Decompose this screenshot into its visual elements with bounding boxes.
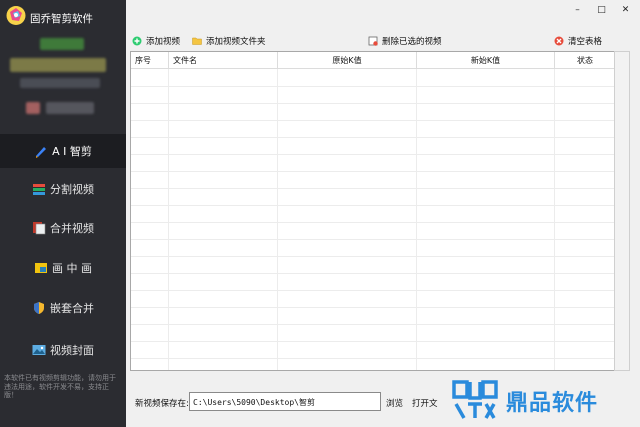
- clear-table-button[interactable]: 清空表格: [554, 35, 602, 47]
- nav-split-video[interactable]: 分割视频: [0, 172, 126, 206]
- sidebar-note: 本软件已有视频剪辑功能，请勿用于违法用途，软件开发不易，支持正版！: [4, 374, 116, 399]
- column-header-index[interactable]: 序号: [131, 52, 169, 69]
- column-header-status[interactable]: 状态: [555, 52, 615, 69]
- sidebar: 固乔智剪软件 A I 智剪 分割视频 合并视频 画 中 画 嵌套合并 视频封面 …: [0, 0, 126, 427]
- nav-label: 嵌套合并: [50, 302, 94, 315]
- maximize-button[interactable]: □: [589, 0, 614, 20]
- stack-icon: [32, 182, 46, 196]
- nav-label: A I 智剪: [52, 145, 92, 158]
- ai-pen-icon: [34, 144, 48, 158]
- add-icon: [132, 36, 142, 46]
- shield-icon: [32, 301, 46, 315]
- table-scrollbar[interactable]: [614, 51, 630, 371]
- watermark-text: 鼎品软件: [506, 391, 599, 416]
- user-avatar-blurred: [40, 38, 84, 50]
- nav-merge-video[interactable]: 合并视频: [0, 211, 126, 245]
- save-path-input[interactable]: C:\Users\5090\Desktop\智剪: [189, 392, 381, 411]
- video-table[interactable]: 序号 文件名 原始K值 新始K值 状态: [130, 51, 616, 371]
- vip-badge-blurred: [26, 102, 40, 114]
- column-header-filename[interactable]: 文件名: [169, 52, 278, 69]
- minimize-button[interactable]: –: [565, 0, 590, 20]
- column-header-new-k[interactable]: 新始K值: [417, 52, 555, 69]
- column-header-original-k[interactable]: 原始K值: [278, 52, 417, 69]
- add-video-button[interactable]: 添加视频: [132, 35, 180, 47]
- merge-icon: [32, 221, 46, 235]
- watermark-logo-icon: [452, 379, 498, 423]
- nav-nested-merge[interactable]: 嵌套合并: [0, 291, 126, 325]
- open-folder-button[interactable]: 打开文: [412, 397, 438, 409]
- nav-ai-edit[interactable]: A I 智剪: [0, 134, 126, 168]
- nav-label: 视频封面: [50, 344, 94, 357]
- add-folder-button[interactable]: 添加视频文件夹: [192, 35, 266, 47]
- nav-label: 画 中 画: [52, 262, 92, 275]
- user-name-blurred: [10, 58, 106, 72]
- nav-picture-in-picture[interactable]: 画 中 画: [0, 251, 126, 285]
- nav-label: 合并视频: [50, 222, 94, 235]
- image-icon: [32, 343, 46, 357]
- folder-icon: [192, 36, 202, 46]
- close-button[interactable]: ✕: [613, 0, 638, 20]
- clear-icon: [554, 36, 564, 46]
- picture-in-picture-icon: [34, 261, 48, 275]
- app-logo-icon: [6, 5, 26, 26]
- watermark: 鼎品软件: [452, 375, 640, 427]
- delete-selected-button[interactable]: 删除已选的视频: [368, 35, 442, 47]
- app-title: 固乔智剪软件: [30, 13, 93, 25]
- save-path-label: 新视频保存在:: [135, 399, 189, 409]
- browse-button[interactable]: 浏览: [386, 397, 403, 409]
- nav-video-cover[interactable]: 视频封面: [0, 333, 126, 367]
- nav-label: 分割视频: [50, 183, 94, 196]
- delete-file-icon: [368, 36, 378, 46]
